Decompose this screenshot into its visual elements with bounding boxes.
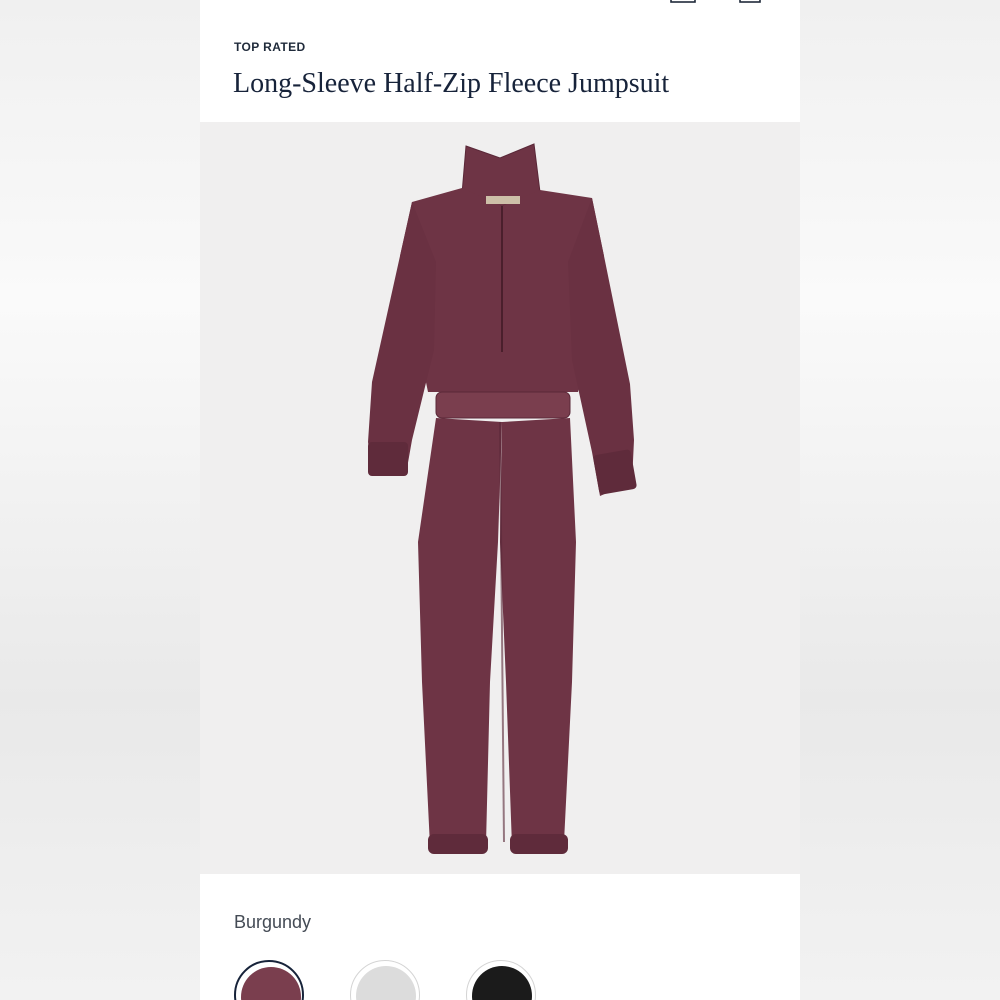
garment-right-leg [500, 418, 576, 846]
swatch-black-fill [472, 966, 532, 1000]
chevron-left-icon[interactable] [234, 0, 246, 4]
shopping-bag-icon[interactable] [738, 0, 762, 4]
swatch-burgundy-fill [241, 967, 301, 1000]
garment-left-leg [418, 418, 502, 846]
account-icon[interactable] [670, 0, 696, 4]
product-image[interactable] [200, 122, 800, 874]
garment-waistband [435, 391, 571, 419]
swatch-light-gray[interactable] [350, 960, 420, 1000]
top-rated-badge: TOP RATED [234, 40, 306, 54]
garment-left-cuff [368, 442, 408, 476]
jumpsuit-illustration [368, 143, 637, 854]
garment-label [486, 196, 520, 204]
swatch-burgundy[interactable] [234, 960, 304, 1000]
garment-right-cuff [593, 449, 637, 495]
swatch-light-gray-fill [356, 966, 416, 1000]
color-swatches [234, 960, 774, 1000]
top-nav [200, 0, 800, 10]
selected-color-label: Burgundy [234, 912, 312, 932]
swatch-black[interactable] [466, 960, 536, 1000]
garment-left-ankle-cuff [428, 834, 488, 854]
product-page: TOP RATED Long-Sleeve Half-Zip Fleece Ju… [200, 0, 800, 1000]
product-title: Long-Sleeve Half-Zip Fleece Jumpsuit [233, 68, 670, 99]
garment-left-sleeve [368, 202, 436, 474]
garment-right-ankle-cuff [510, 834, 568, 854]
